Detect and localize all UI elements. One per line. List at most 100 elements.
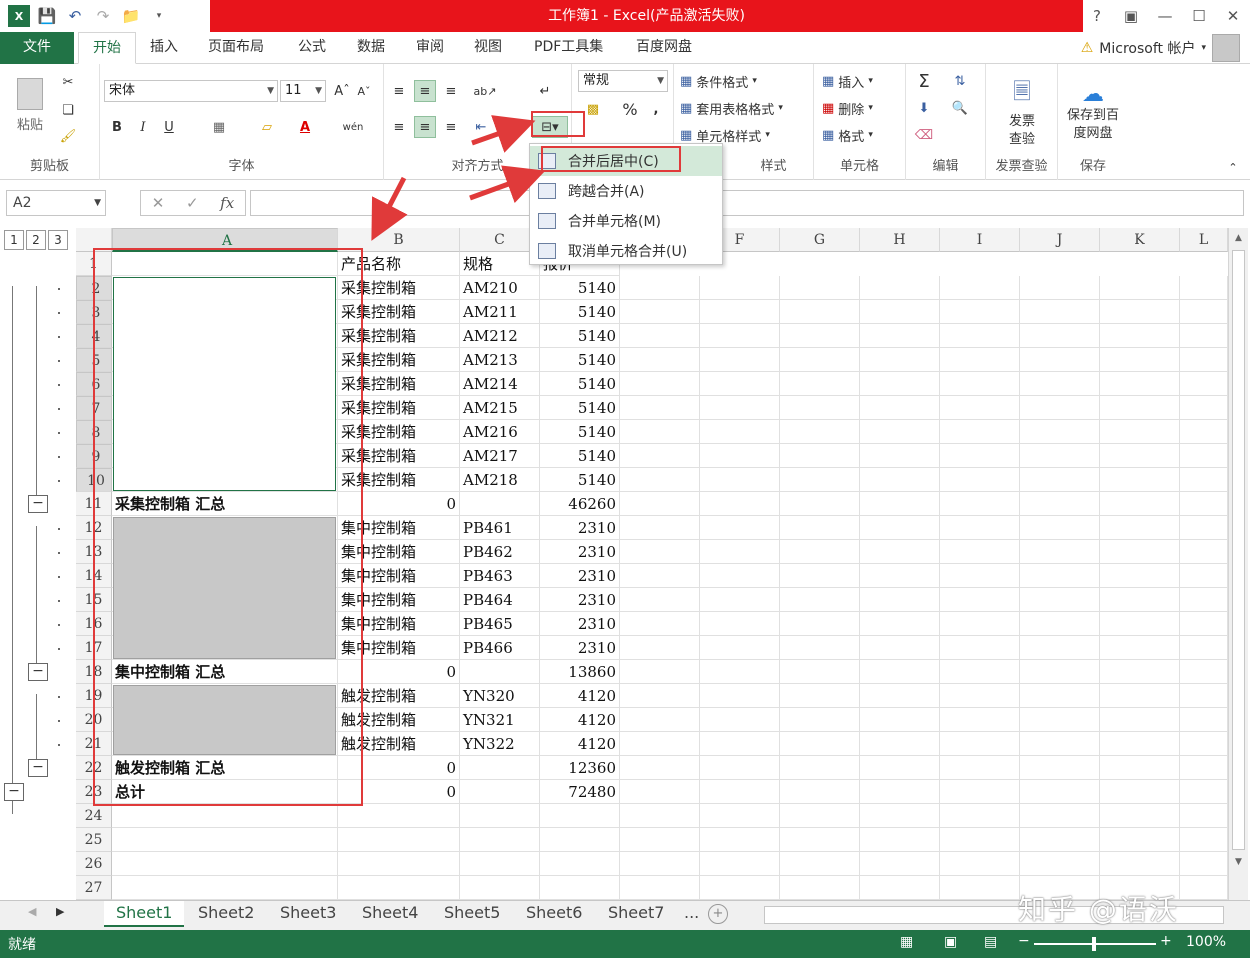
decrease-font-icon[interactable]: Aˇ (354, 80, 374, 102)
cell[interactable] (780, 324, 860, 348)
sort-filter-icon[interactable]: ⇅ (946, 70, 974, 92)
cell[interactable] (620, 516, 700, 540)
cell[interactable] (1180, 420, 1228, 444)
cell[interactable] (780, 804, 860, 828)
cell[interactable] (1020, 780, 1100, 804)
cell[interactable] (940, 636, 1020, 660)
cell[interactable]: 2310 (540, 564, 620, 588)
font-name-select[interactable]: 宋体 ▼ (104, 80, 278, 102)
paste-button[interactable]: 粘贴 (8, 72, 52, 138)
column-header-j[interactable]: J (1020, 228, 1100, 252)
cell[interactable] (780, 396, 860, 420)
column-header-l[interactable]: L (1180, 228, 1228, 252)
zoom-in-icon[interactable]: + (1160, 933, 1172, 949)
cell[interactable] (338, 876, 460, 900)
normal-view-icon[interactable]: ▦ (900, 934, 913, 950)
cell[interactable]: 5140 (540, 420, 620, 444)
increase-font-icon[interactable]: Aˆ (332, 80, 352, 102)
tab-formulas[interactable]: 公式 (288, 32, 336, 64)
vertical-scrollbar[interactable]: ▲ ▼ (1228, 228, 1248, 900)
cell[interactable]: 5140 (540, 396, 620, 420)
cell[interactable] (700, 636, 780, 660)
cell[interactable]: 5140 (540, 348, 620, 372)
italic-icon[interactable]: I (132, 116, 154, 138)
cell[interactable] (860, 540, 940, 564)
cell[interactable] (1020, 348, 1100, 372)
cell[interactable] (338, 852, 460, 876)
add-sheet-icon[interactable]: + (708, 904, 728, 924)
cell[interactable] (700, 300, 780, 324)
cell[interactable] (1100, 588, 1180, 612)
redo-icon[interactable]: ↷ (92, 5, 114, 27)
cell[interactable] (620, 564, 700, 588)
align-left-icon[interactable]: ≡ (388, 116, 410, 138)
border-icon[interactable]: ▦ (204, 116, 234, 138)
cell[interactable] (1180, 756, 1228, 780)
formula-input[interactable] (250, 190, 1244, 216)
collapse-ribbon-icon[interactable]: ⌃ (1224, 158, 1242, 176)
collapse-group-2-button[interactable]: − (28, 663, 48, 681)
cell[interactable] (940, 396, 1020, 420)
cell[interactable] (1180, 732, 1228, 756)
cell[interactable]: 4120 (540, 708, 620, 732)
sheet-tab[interactable]: Sheet5 (432, 901, 512, 927)
cell[interactable] (940, 516, 1020, 540)
cell[interactable]: AM214 (460, 372, 540, 396)
sheet-tab[interactable]: Sheet2 (186, 901, 266, 927)
menu-item-merge-across[interactable]: 跨越合并(A) (530, 176, 722, 206)
cell[interactable] (460, 780, 540, 804)
cell[interactable] (780, 732, 860, 756)
column-header-k[interactable]: K (1100, 228, 1180, 252)
cell[interactable] (1180, 300, 1228, 324)
cell[interactable] (620, 444, 700, 468)
cell[interactable] (780, 444, 860, 468)
cell[interactable]: 46260 (540, 492, 620, 516)
cell[interactable] (780, 780, 860, 804)
find-select-icon[interactable]: 🔍 (946, 97, 974, 119)
invoice-check-button[interactable]: 🗏 发票查验 (992, 74, 1052, 150)
copy-icon[interactable]: ❏ (58, 100, 78, 120)
cell[interactable] (780, 876, 860, 900)
cell[interactable] (540, 852, 620, 876)
cell[interactable] (780, 708, 860, 732)
zoom-level[interactable]: 100% (1186, 934, 1226, 950)
cell[interactable] (1100, 420, 1180, 444)
number-format-select[interactable]: 常规 ▼ (578, 70, 668, 92)
cell[interactable] (1180, 852, 1228, 876)
cancel-icon[interactable]: ✕ (152, 194, 165, 212)
cell[interactable] (1100, 516, 1180, 540)
delete-cells-button[interactable]: ▦ 删除 ▾ (822, 97, 873, 119)
cell[interactable] (1180, 516, 1228, 540)
cell[interactable] (1020, 660, 1100, 684)
wrap-text-icon[interactable]: ↵ (534, 80, 556, 102)
cell[interactable] (940, 324, 1020, 348)
cell[interactable] (860, 348, 940, 372)
cell[interactable] (940, 492, 1020, 516)
sheet-tab[interactable]: Sheet7 (596, 901, 676, 927)
cell[interactable]: PB465 (460, 612, 540, 636)
cell[interactable] (1180, 540, 1228, 564)
percent-icon[interactable]: % (620, 98, 640, 120)
cell[interactable] (1020, 372, 1100, 396)
cell[interactable] (780, 660, 860, 684)
zoom-out-icon[interactable]: − (1018, 933, 1030, 949)
cell[interactable]: YN322 (460, 732, 540, 756)
collapse-level-1-button[interactable]: − (4, 783, 24, 801)
save-baidu-button[interactable]: ☁ 保存到百度网盘 (1060, 74, 1126, 150)
tab-file[interactable]: 文件 (0, 32, 74, 64)
cell[interactable]: PB461 (460, 516, 540, 540)
cell[interactable] (620, 636, 700, 660)
cell[interactable] (1100, 348, 1180, 372)
cell[interactable] (1020, 612, 1100, 636)
cell[interactable] (780, 516, 860, 540)
cell[interactable] (620, 348, 700, 372)
tab-insert[interactable]: 插入 (140, 32, 188, 64)
scroll-down-icon[interactable]: ▼ (1229, 852, 1248, 872)
sheet-tab[interactable]: Sheet6 (514, 901, 594, 927)
column-header-g[interactable]: G (780, 228, 860, 252)
fill-icon[interactable]: ⬇ (910, 97, 938, 119)
cell[interactable] (620, 492, 700, 516)
cell[interactable] (1180, 660, 1228, 684)
cell[interactable] (1020, 420, 1100, 444)
cell[interactable]: PB466 (460, 636, 540, 660)
